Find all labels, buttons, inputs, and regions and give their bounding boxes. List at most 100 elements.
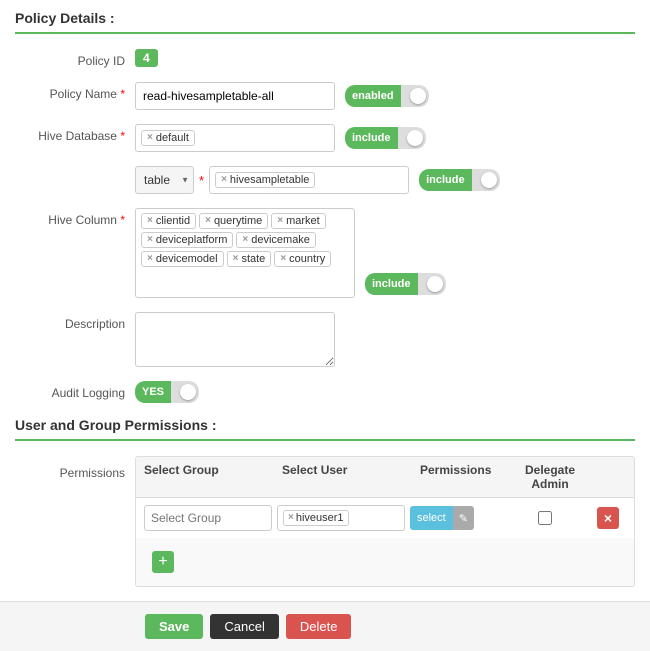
hive-column-required: * [120,213,125,227]
hive-column-tag-input[interactable]: × clientid × querytime × market × device… [135,208,355,298]
column-tag-devicemake: × devicemake [236,232,316,248]
hive-column-control: × clientid × querytime × market × device… [135,208,635,298]
hive-table-tag-value: hivesampletable [230,174,310,186]
description-row: Description [15,312,635,367]
column-tag-state: × state [227,251,272,267]
save-button[interactable]: Save [145,614,203,639]
permissions-title: User and Group Permissions : [15,417,635,441]
policy-details-section: Policy Details : Policy ID 4 Policy Name… [15,10,635,403]
hive-table-tag-remove[interactable]: × [221,175,227,185]
permissions-table-row: × hiveuser1 select ✎ [136,498,634,538]
column-tag-clientid: × clientid [141,213,196,229]
table-type-select-wrap: table [135,166,194,194]
description-input[interactable] [135,312,335,367]
table-include-label: include [419,169,472,191]
permissions-table-header: Select Group Select User Permissions Del… [136,457,634,498]
hive-table-label [15,166,135,185]
permissions-btn-group: select ✎ [410,506,500,530]
hive-database-tag-value: default [156,132,189,144]
hive-database-control: × default include [135,124,635,152]
audit-logging-circle [180,384,196,400]
column-tag-devicemodel: × devicemodel [141,251,224,267]
policy-details-title: Policy Details : [15,10,635,34]
permissions-btn-cell: select ✎ [410,506,500,530]
database-include-label: include [345,127,398,149]
select-permissions-button[interactable]: select [410,506,453,530]
column-tag-country: × country [274,251,331,267]
database-include-switch[interactable] [398,127,426,149]
enabled-toggle-label: enabled [345,85,401,107]
col-permissions-header: Permissions [420,463,510,491]
column-include-label: include [365,273,418,295]
policy-id-badge: 4 [135,49,158,67]
delegate-cell [505,511,585,525]
hive-database-tag-input[interactable]: × default [135,124,335,152]
description-control [135,312,635,367]
audit-logging-yes-label: YES [135,381,171,403]
delete-button[interactable]: Delete [286,614,352,639]
table-include-circle [481,172,497,188]
permissions-table-wrap: Select Group Select User Permissions Del… [135,456,635,587]
hive-database-required: * [120,129,125,143]
hive-table-tag: × hivesampletable [215,172,315,188]
hive-table-control: table * × hivesampletable include [135,166,635,194]
policy-name-required: * [120,87,125,101]
user-tag-value: hiveuser1 [296,512,344,524]
column-tag-deviceplatform: × deviceplatform [141,232,233,248]
enabled-toggle-switch[interactable] [401,85,429,107]
permissions-label: Permissions [15,456,135,480]
column-tag-market: × market [271,213,325,229]
permissions-row: Permissions Select Group Select User Per… [15,456,635,587]
policy-name-label: Policy Name * [15,82,135,101]
delete-row-cell: × [590,507,626,529]
pencil-icon: ✎ [459,512,468,525]
user-tag-remove[interactable]: × [288,513,294,523]
col-group-header: Select Group [144,463,282,491]
policy-name-input[interactable] [135,82,335,110]
audit-logging-control: YES [135,381,635,403]
user-select-cell: × hiveuser1 [277,505,405,531]
column-include-toggle[interactable]: include [365,273,446,295]
policy-id-value-wrap: 4 [135,49,635,67]
enabled-toggle[interactable]: enabled [345,85,429,107]
hive-table-tag-input[interactable]: × hivesampletable [209,166,409,194]
delete-row-icon: × [604,511,612,525]
column-include-switch[interactable] [418,273,446,295]
hive-database-label: Hive Database * [15,124,135,143]
hive-database-tag: × default [141,130,195,146]
hive-database-row: Hive Database * × default include [15,124,635,152]
audit-logging-label: Audit Logging [15,381,135,400]
hive-column-row: Hive Column * × clientid × querytime × m… [15,208,635,298]
database-include-toggle[interactable]: include [345,127,426,149]
user-tag-box[interactable]: × hiveuser1 [277,505,405,531]
column-include-circle [427,276,443,292]
user-tag-hiveuser1: × hiveuser1 [283,510,349,526]
audit-logging-switch[interactable] [171,381,199,403]
group-select-input[interactable] [144,505,272,531]
audit-logging-toggle[interactable]: YES [135,381,199,403]
description-label: Description [15,312,135,331]
policy-id-label: Policy ID [15,49,135,68]
database-include-circle [407,130,423,146]
policy-id-row: Policy ID 4 [15,49,635,68]
hive-table-row: table * × hivesampletable include [15,166,635,194]
policy-name-control: enabled [135,82,635,110]
group-select-cell [144,505,272,531]
table-include-toggle[interactable]: include [419,169,500,191]
bottom-buttons-bar: Save Cancel Delete [0,601,650,651]
permissions-section: User and Group Permissions : Permissions… [15,417,635,587]
delete-row-button[interactable]: × [597,507,619,529]
audit-logging-row: Audit Logging YES [15,381,635,403]
table-include-switch[interactable] [472,169,500,191]
edit-permissions-button[interactable]: ✎ [453,506,474,530]
enabled-toggle-circle [410,88,426,104]
col-user-header: Select User [282,463,420,491]
add-row-wrap: + [136,538,634,586]
cancel-button[interactable]: Cancel [210,614,278,639]
hive-column-label: Hive Column * [15,208,135,227]
add-row-button[interactable]: + [152,551,174,573]
policy-name-row: Policy Name * enabled [15,82,635,110]
delegate-admin-checkbox[interactable] [538,511,552,525]
table-type-select[interactable]: table [135,166,194,194]
hive-database-tag-remove[interactable]: × [147,133,153,143]
